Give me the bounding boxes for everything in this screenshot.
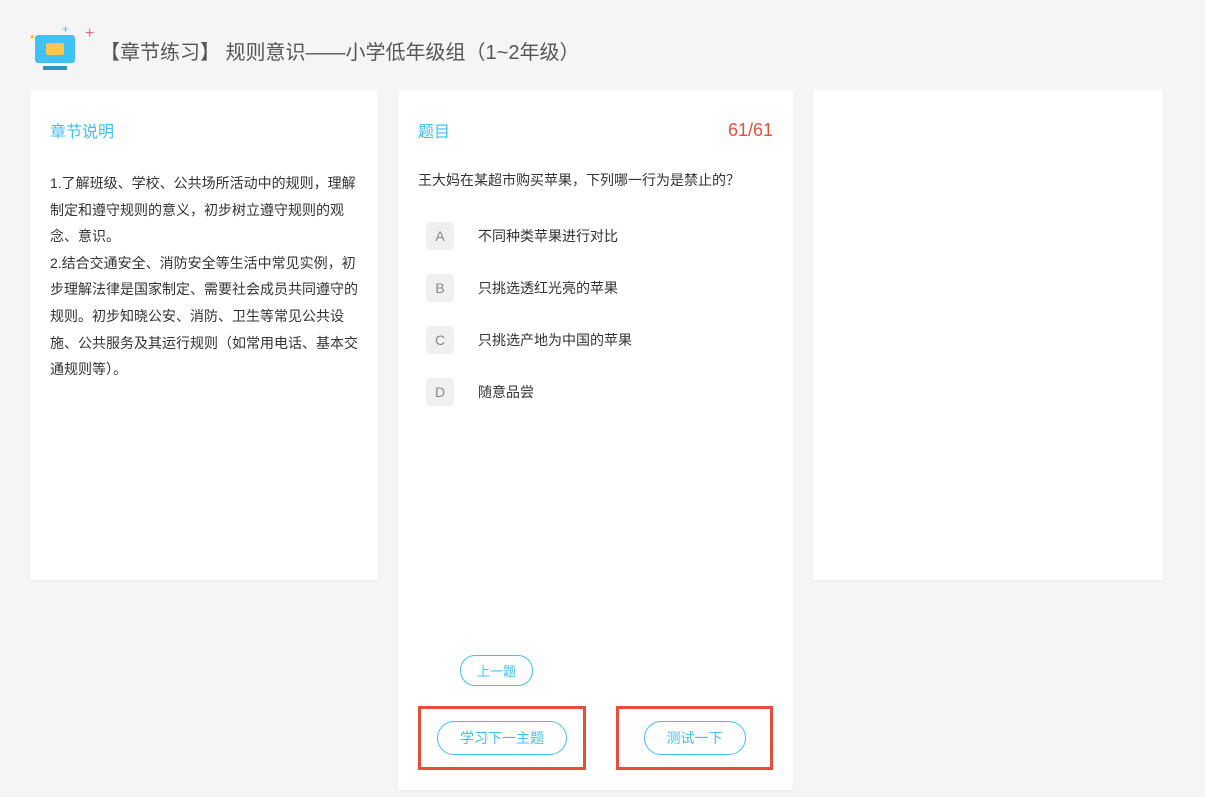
prev-button-row: 上一题 [460, 655, 773, 686]
option-letter: B [426, 274, 454, 302]
option-letter: A [426, 222, 454, 250]
option-c[interactable]: C 只挑选产地为中国的苹果 [418, 326, 773, 354]
option-text: 只挑选透红光亮的苹果 [478, 278, 618, 298]
prev-question-button[interactable]: 上一题 [460, 655, 533, 686]
test-button[interactable]: 测试一下 [644, 721, 746, 755]
right-empty-panel [813, 90, 1163, 580]
option-d[interactable]: D 随意品尝 [418, 378, 773, 406]
option-b[interactable]: B 只挑选透红光亮的苹果 [418, 274, 773, 302]
chapter-description-panel: 章节说明 1.了解班级、学校、公共场所活动中的规则，理解制定和遵守规则的意义，初… [30, 90, 378, 580]
page-title: 【章节练习】 规则意识——小学低年级组（1~2年级） [100, 36, 579, 65]
page-logo-icon: • + + [30, 30, 80, 70]
highlighted-button-row: 学习下一主题 测试一下 [418, 706, 773, 770]
next-topic-button[interactable]: 学习下一主题 [437, 721, 567, 755]
question-header: 题目 61/61 [418, 118, 773, 142]
question-section-title: 题目 [418, 118, 450, 142]
option-text: 随意品尝 [478, 382, 534, 402]
chapter-description-text-2: 2.结合交通安全、消防安全等生活中常见实例，初步理解法律是国家制定、需要社会成员… [50, 250, 358, 383]
question-panel: 题目 61/61 王大妈在某超市购买苹果，下列哪一行为是禁止的？ A 不同种类苹… [398, 90, 793, 790]
option-letter: D [426, 378, 454, 406]
page-header: • + + 【章节练习】 规则意识——小学低年级组（1~2年级） [0, 0, 1205, 90]
option-text: 不同种类苹果进行对比 [478, 226, 618, 246]
button-area: 上一题 学习下一主题 测试一下 [398, 655, 793, 770]
question-counter: 61/61 [728, 120, 773, 141]
main-container: 章节说明 1.了解班级、学校、公共场所活动中的规则，理解制定和遵守规则的意义，初… [0, 90, 1205, 790]
option-text: 只挑选产地为中国的苹果 [478, 330, 632, 350]
question-text: 王大妈在某超市购买苹果，下列哪一行为是禁止的？ [418, 170, 773, 190]
chapter-description-text-1: 1.了解班级、学校、公共场所活动中的规则，理解制定和遵守规则的意义，初步树立遵守… [50, 170, 358, 250]
option-a[interactable]: A 不同种类苹果进行对比 [418, 222, 773, 250]
chapter-description-title: 章节说明 [50, 118, 358, 142]
highlight-box-right: 测试一下 [616, 706, 773, 770]
highlight-box-left: 学习下一主题 [418, 706, 586, 770]
option-letter: C [426, 326, 454, 354]
